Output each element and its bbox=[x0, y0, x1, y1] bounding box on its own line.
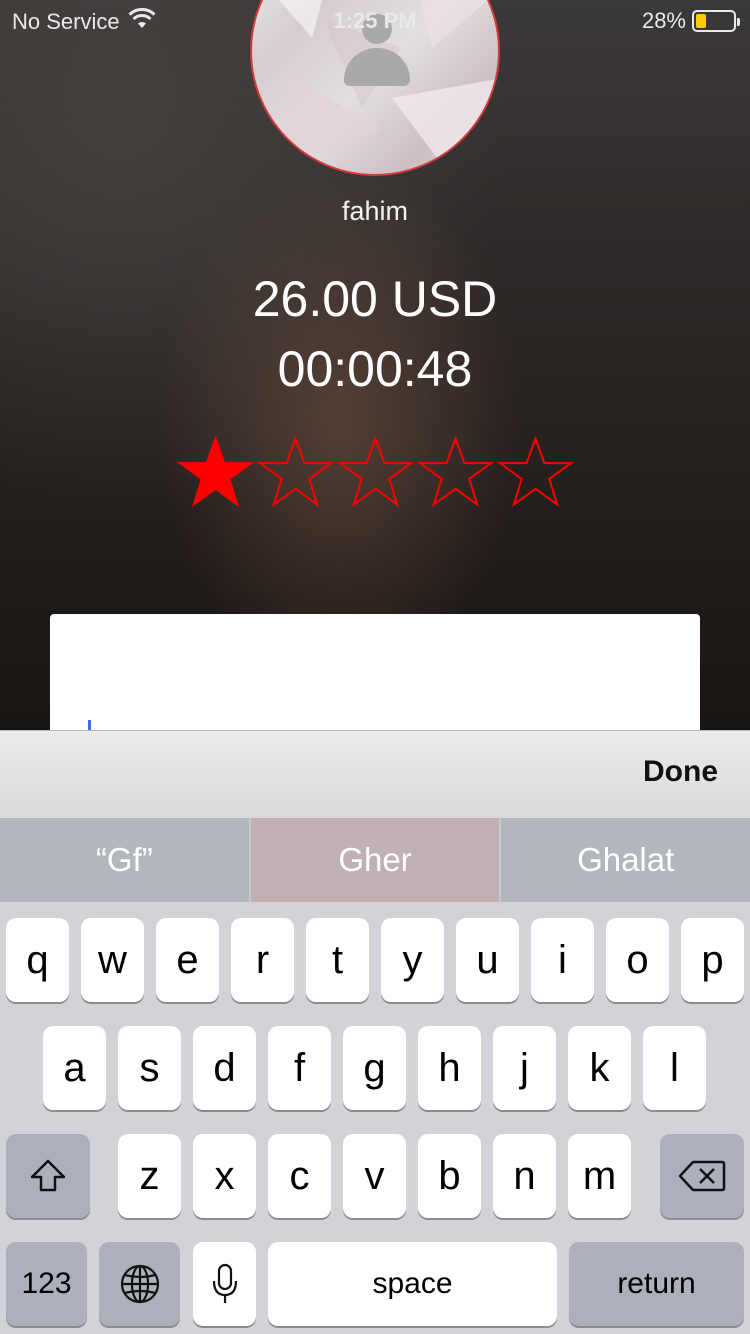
key-e[interactable]: e bbox=[156, 918, 219, 1002]
star-rating bbox=[176, 434, 576, 510]
key-a[interactable]: a bbox=[43, 1026, 106, 1110]
duration-label: 00:00:48 bbox=[277, 341, 473, 397]
status-right: 28% bbox=[641, 8, 740, 34]
key-d[interactable]: d bbox=[193, 1026, 256, 1110]
numbers-key[interactable]: 123 bbox=[6, 1242, 87, 1326]
key-g[interactable]: g bbox=[343, 1026, 406, 1110]
backspace-icon bbox=[678, 1160, 726, 1192]
key-q[interactable]: q bbox=[6, 918, 69, 1002]
key-w[interactable]: w bbox=[81, 918, 144, 1002]
status-time: 1:25 PM bbox=[333, 8, 417, 33]
user-name: fahim bbox=[341, 196, 409, 226]
key-o[interactable]: o bbox=[606, 918, 669, 1002]
globe-icon bbox=[120, 1264, 159, 1304]
space-key[interactable]: space bbox=[268, 1242, 557, 1326]
predictive-bar: “Gf” Gher Ghalat bbox=[0, 818, 750, 902]
key-v[interactable]: v bbox=[343, 1134, 406, 1218]
key-k[interactable]: k bbox=[568, 1026, 631, 1110]
star-2-icon[interactable] bbox=[256, 434, 336, 510]
dictation-key[interactable] bbox=[193, 1242, 256, 1326]
battery-percent: 28% bbox=[641, 8, 686, 33]
key-u[interactable]: u bbox=[456, 918, 519, 1002]
key-b[interactable]: b bbox=[418, 1134, 481, 1218]
amount-label: 26.00 USD bbox=[252, 271, 498, 327]
done-button[interactable]: Done bbox=[643, 755, 718, 789]
key-f[interactable]: f bbox=[268, 1026, 331, 1110]
battery-fill bbox=[696, 14, 706, 28]
star-3-icon[interactable] bbox=[336, 434, 416, 510]
key-n[interactable]: n bbox=[493, 1134, 556, 1218]
key-y[interactable]: y bbox=[381, 918, 444, 1002]
key-c[interactable]: c bbox=[268, 1134, 331, 1218]
suggestion-2[interactable]: Gher bbox=[250, 818, 502, 902]
star-5-icon[interactable] bbox=[496, 434, 576, 510]
key-z[interactable]: z bbox=[118, 1134, 181, 1218]
shift-key[interactable] bbox=[6, 1134, 90, 1218]
key-x[interactable]: x bbox=[193, 1134, 256, 1218]
star-1-icon[interactable] bbox=[176, 434, 256, 510]
silhouette-body bbox=[344, 48, 410, 86]
key-h[interactable]: h bbox=[418, 1026, 481, 1110]
keyboard-accessory-bar: Done bbox=[0, 730, 750, 818]
suggestion-1[interactable]: “Gf” bbox=[0, 818, 251, 902]
key-p[interactable]: p bbox=[681, 918, 744, 1002]
keyboard: q w e r t y u i o p a s d f g h j k l z … bbox=[0, 902, 750, 1334]
key-m[interactable]: m bbox=[568, 1134, 631, 1218]
key-s[interactable]: s bbox=[118, 1026, 181, 1110]
key-r[interactable]: r bbox=[231, 918, 294, 1002]
key-t[interactable]: t bbox=[306, 918, 369, 1002]
return-key[interactable]: return bbox=[569, 1242, 744, 1326]
key-j[interactable]: j bbox=[493, 1026, 556, 1110]
star-4-icon[interactable] bbox=[416, 434, 496, 510]
microphone-icon bbox=[212, 1263, 237, 1303]
shift-icon bbox=[30, 1159, 66, 1192]
delete-key[interactable] bbox=[660, 1134, 744, 1218]
battery-icon bbox=[692, 10, 740, 32]
globe-key[interactable] bbox=[99, 1242, 180, 1326]
key-i[interactable]: i bbox=[531, 918, 594, 1002]
suggestion-3[interactable]: Ghalat bbox=[501, 818, 750, 902]
status-bar: No Service 1:25 PM 28% bbox=[0, 0, 750, 40]
key-l[interactable]: l bbox=[643, 1026, 706, 1110]
